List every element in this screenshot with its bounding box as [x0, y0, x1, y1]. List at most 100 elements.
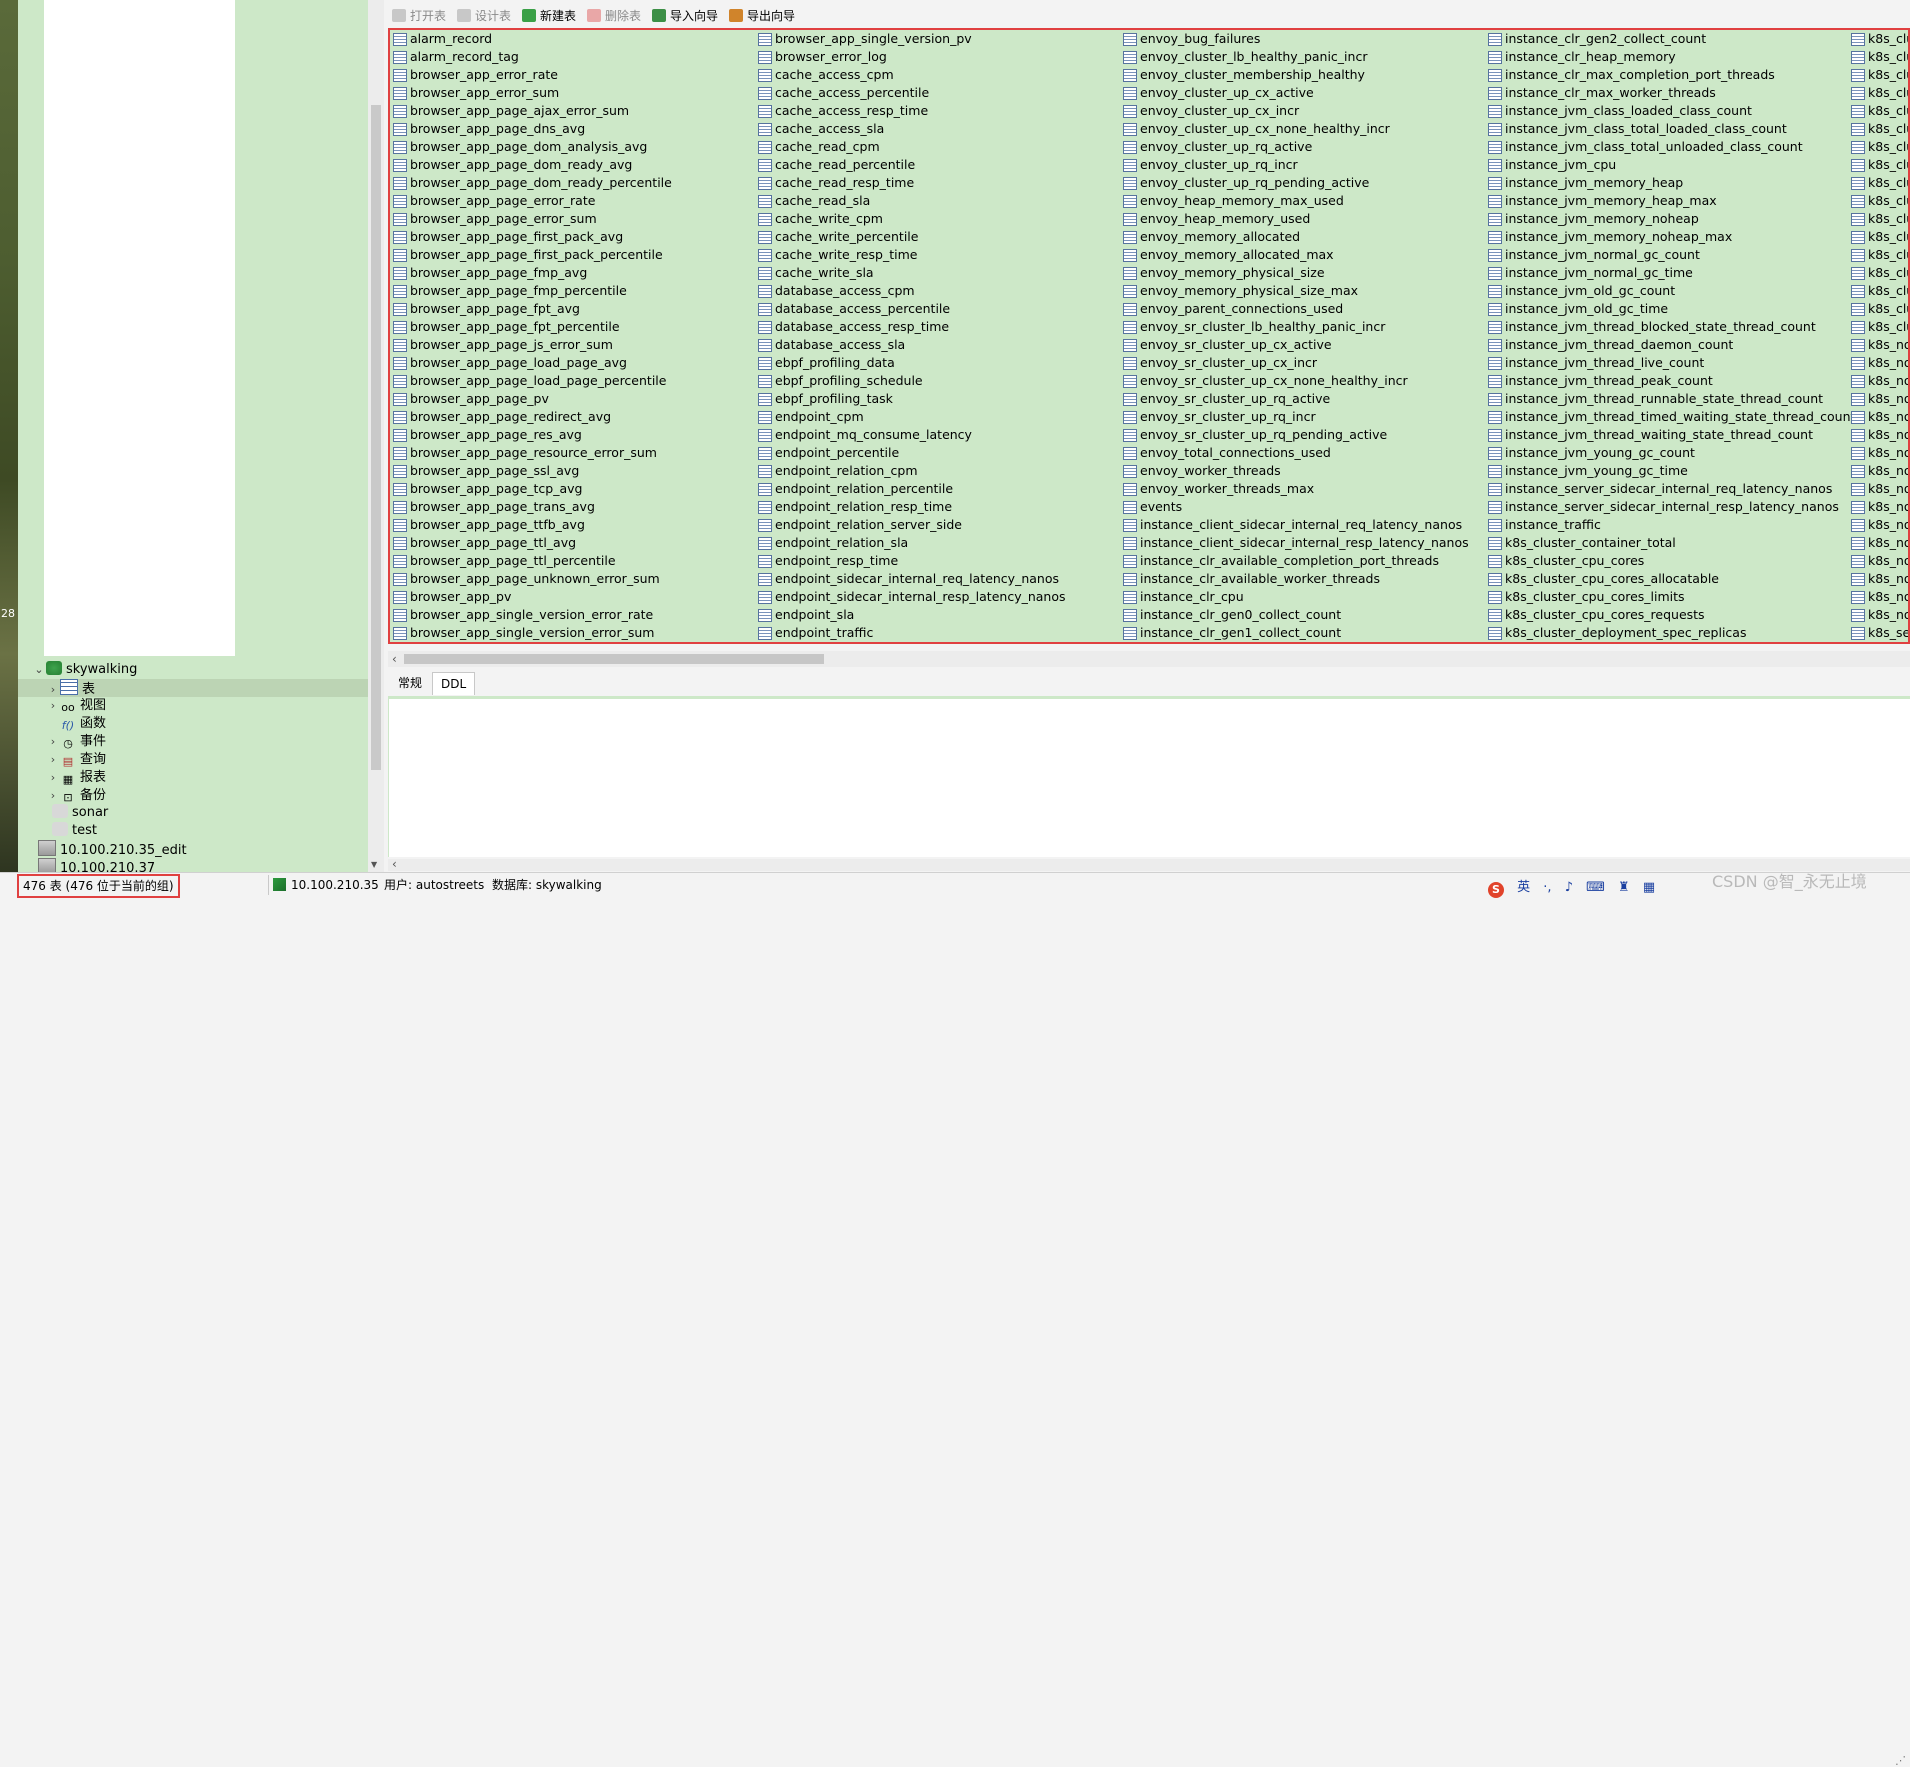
tree-item-events[interactable]: › ◷ 事件 — [46, 733, 106, 751]
chevron-right-icon[interactable]: › — [46, 733, 60, 751]
scrollbar-thumb[interactable] — [371, 105, 381, 770]
table-list-item[interactable]: k8s_noc — [1850, 588, 1908, 606]
table-list-item[interactable]: browser_app_page_ttl_avg — [392, 534, 672, 552]
table-list-item[interactable]: instance_jvm_thread_daemon_count — [1487, 336, 1855, 354]
table-list-item[interactable]: cache_read_cpm — [757, 138, 1066, 156]
table-list-item[interactable]: browser_app_page_ssl_avg — [392, 462, 672, 480]
table-list-item[interactable]: instance_jvm_normal_gc_count — [1487, 246, 1855, 264]
table-list-item[interactable]: cache_write_resp_time — [757, 246, 1066, 264]
table-list-item[interactable]: k8s_cluster_cpu_cores — [1487, 552, 1855, 570]
table-list-item[interactable]: endpoint_relation_cpm — [757, 462, 1066, 480]
table-list-item[interactable]: k8s_noc — [1850, 480, 1908, 498]
table-list-item[interactable]: browser_app_page_error_sum — [392, 210, 672, 228]
horizontal-scrollbar[interactable]: ‹ — [388, 651, 1910, 667]
table-list-item[interactable]: endpoint_relation_percentile — [757, 480, 1066, 498]
scroll-left-icon[interactable]: ‹ — [392, 857, 397, 871]
table-list-item[interactable]: envoy_parent_connections_used — [1122, 300, 1469, 318]
table-list-item[interactable]: browser_app_page_fmp_percentile — [392, 282, 672, 300]
table-list-item[interactable]: browser_app_error_rate — [392, 66, 672, 84]
table-list-item[interactable]: k8s_clus — [1850, 300, 1908, 318]
table-list-item[interactable]: database_access_sla — [757, 336, 1066, 354]
table-list-item[interactable]: endpoint_sidecar_internal_resp_latency_n… — [757, 588, 1066, 606]
table-list-item[interactable]: browser_app_page_tcp_avg — [392, 480, 672, 498]
table-list-item[interactable]: envoy_sr_cluster_up_cx_none_healthy_incr — [1122, 372, 1469, 390]
table-list-item[interactable]: instance_client_sidecar_internal_resp_la… — [1122, 534, 1469, 552]
table-list-item[interactable]: database_access_resp_time — [757, 318, 1066, 336]
table-list-item[interactable]: k8s_noc — [1850, 390, 1908, 408]
table-list-item[interactable]: browser_app_page_load_page_percentile — [392, 372, 672, 390]
table-list-item[interactable]: browser_app_error_sum — [392, 84, 672, 102]
table-list-item[interactable]: k8s_clus — [1850, 318, 1908, 336]
table-list-item[interactable]: endpoint_resp_time — [757, 552, 1066, 570]
table-list-item[interactable]: browser_app_page_redirect_avg — [392, 408, 672, 426]
tree-item-backups[interactable]: › ⊡ 备份 — [46, 787, 106, 805]
table-list-item[interactable]: k8s_clus — [1850, 192, 1908, 210]
table-list-item[interactable]: instance_clr_gen1_collect_count — [1122, 624, 1469, 642]
table-list-item[interactable]: k8s_clus — [1850, 120, 1908, 138]
table-list-item[interactable]: k8s_cluster_cpu_cores_allocatable — [1487, 570, 1855, 588]
ddl-content-area[interactable] — [388, 699, 1910, 857]
open-table-button[interactable]: 打开表 — [392, 7, 446, 25]
table-list-item[interactable]: browser_app_page_ajax_error_sum — [392, 102, 672, 120]
table-list-item[interactable]: browser_app_page_ttfb_avg — [392, 516, 672, 534]
table-list-item[interactable]: instance_jvm_memory_heap — [1487, 174, 1855, 192]
table-list-item[interactable]: k8s_clus — [1850, 84, 1908, 102]
table-list-item[interactable]: envoy_memory_physical_size_max — [1122, 282, 1469, 300]
punctuation-icon[interactable]: ·, — [1543, 880, 1551, 895]
table-list-item[interactable]: k8s_clus — [1850, 156, 1908, 174]
tree-item-queries[interactable]: › ▤ 查询 — [46, 751, 106, 769]
table-list-item[interactable]: browser_app_page_dom_ready_avg — [392, 156, 672, 174]
table-list-item[interactable]: envoy_sr_cluster_up_rq_pending_active — [1122, 426, 1469, 444]
tree-database-test[interactable]: test — [52, 822, 97, 840]
navigation-scrollbar[interactable]: ▼ — [368, 0, 384, 872]
table-list-item[interactable]: k8s_noc — [1850, 462, 1908, 480]
table-list-item[interactable]: envoy_memory_allocated — [1122, 228, 1469, 246]
table-list-item[interactable]: instance_clr_available_completion_port_t… — [1122, 552, 1469, 570]
table-list-item[interactable]: envoy_cluster_up_cx_active — [1122, 84, 1469, 102]
table-list-item[interactable]: envoy_cluster_up_cx_none_healthy_incr — [1122, 120, 1469, 138]
table-list-item[interactable]: browser_app_single_version_error_rate — [392, 606, 672, 624]
table-list-item[interactable]: instance_client_sidecar_internal_req_lat… — [1122, 516, 1469, 534]
table-list-item[interactable]: cache_access_resp_time — [757, 102, 1066, 120]
tree-item-views[interactable]: › oo 视图 — [46, 697, 106, 715]
table-list-item[interactable]: k8s_clus — [1850, 246, 1908, 264]
table-list-item[interactable]: envoy_sr_cluster_up_cx_incr — [1122, 354, 1469, 372]
table-list-item[interactable]: envoy_cluster_up_rq_pending_active — [1122, 174, 1469, 192]
table-list-item[interactable]: browser_app_page_error_rate — [392, 192, 672, 210]
delete-table-button[interactable]: 删除表 — [587, 7, 641, 25]
chevron-right-icon[interactable]: › — [46, 787, 60, 805]
table-list-item[interactable]: endpoint_relation_resp_time — [757, 498, 1066, 516]
table-list-item[interactable]: k8s_clus — [1850, 102, 1908, 120]
table-list-item[interactable]: browser_app_page_fpt_percentile — [392, 318, 672, 336]
table-list-item[interactable]: cache_write_percentile — [757, 228, 1066, 246]
table-list-item[interactable]: endpoint_cpm — [757, 408, 1066, 426]
table-list-item[interactable]: k8s_noc — [1850, 516, 1908, 534]
table-list-item[interactable]: browser_app_page_dom_ready_percentile — [392, 174, 672, 192]
table-list-item[interactable]: instance_clr_cpu — [1122, 588, 1469, 606]
chevron-right-icon[interactable]: › — [46, 769, 60, 787]
table-list-item[interactable]: instance_clr_gen0_collect_count — [1122, 606, 1469, 624]
table-list-item[interactable]: k8s_clus — [1850, 174, 1908, 192]
table-list-item[interactable]: browser_app_page_first_pack_percentile — [392, 246, 672, 264]
table-list-item[interactable]: k8s_cluster_cpu_cores_requests — [1487, 606, 1855, 624]
table-list-item[interactable]: alarm_record_tag — [392, 48, 672, 66]
table-list-item[interactable]: cache_write_cpm — [757, 210, 1066, 228]
tab-general[interactable]: 常规 — [390, 672, 430, 694]
table-list-item[interactable]: events — [1122, 498, 1469, 516]
tree-database-sonar[interactable]: sonar — [52, 804, 108, 822]
table-list-item[interactable]: envoy_worker_threads — [1122, 462, 1469, 480]
table-list-item[interactable]: browser_app_single_version_pv — [757, 30, 1066, 48]
table-list-item[interactable]: browser_app_page_ttl_percentile — [392, 552, 672, 570]
table-list-item[interactable]: browser_app_page_pv — [392, 390, 672, 408]
table-list-item[interactable]: instance_jvm_old_gc_count — [1487, 282, 1855, 300]
table-list-item[interactable]: instance_clr_max_worker_threads — [1487, 84, 1855, 102]
export-wizard-button[interactable]: 导出向导 — [729, 7, 795, 25]
table-list-item[interactable]: k8s_noc — [1850, 534, 1908, 552]
table-list-item[interactable]: envoy_total_connections_used — [1122, 444, 1469, 462]
table-list-item[interactable]: cache_read_percentile — [757, 156, 1066, 174]
table-list-item[interactable]: cache_access_sla — [757, 120, 1066, 138]
table-list-item[interactable]: k8s_noc — [1850, 552, 1908, 570]
table-list-item[interactable]: browser_app_page_res_avg — [392, 426, 672, 444]
chevron-right-icon[interactable]: › — [46, 697, 60, 715]
table-list-item[interactable]: k8s_clus — [1850, 30, 1908, 48]
